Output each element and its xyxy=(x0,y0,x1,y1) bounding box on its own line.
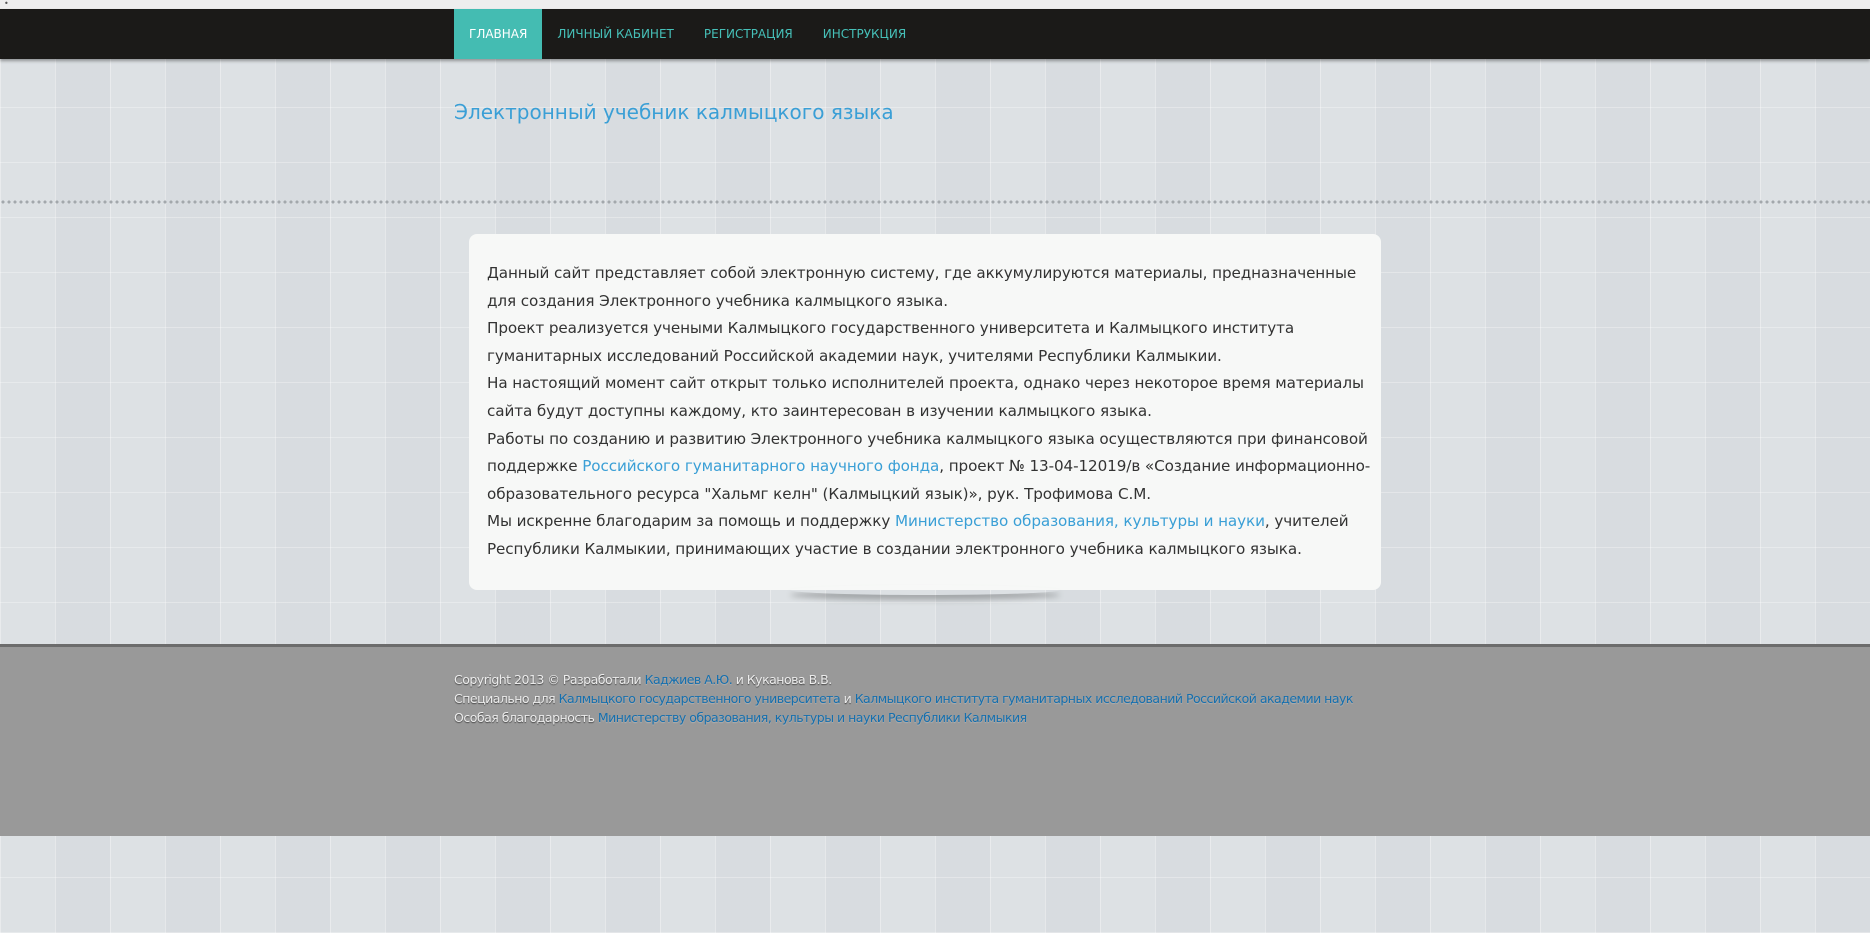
institute-link[interactable]: Калмыцкого института гуманитарных исслед… xyxy=(855,691,1354,706)
footer-text: Copyright 2013 © Разработали Каджиев А.Ю… xyxy=(454,670,1353,727)
copyright-text: Copyright 2013 © Разработали xyxy=(454,672,645,687)
thanks-text: Мы искренне благодарим за помощь и подде… xyxy=(487,512,895,531)
access-paragraph: На настоящий момент сайт открыт только и… xyxy=(487,374,1364,420)
thanks-paragraph: Мы искренне благодарим за помощь и подде… xyxy=(487,508,1381,563)
footer: Copyright 2013 © Разработали Каджиев А.Ю… xyxy=(0,644,1870,836)
nav-item-home[interactable]: ГЛАВНАЯ xyxy=(454,9,543,59)
footer-ministry-link[interactable]: Министерству образования, культуры и нау… xyxy=(598,710,1027,725)
footer-thanks: Особая благодарность Министерству образо… xyxy=(454,708,1353,727)
footer-made-for: Специально для Калмыцкого государственно… xyxy=(454,689,1353,708)
nav-item-personal-account[interactable]: ЛИЧНЫЙ КАБИНЕТ xyxy=(542,9,689,59)
nav-item-registration[interactable]: РЕГИСТРАЦИЯ xyxy=(689,9,808,59)
project-paragraph: Проект реализуется учеными Калмыцкого го… xyxy=(487,319,1295,365)
top-strip: • xyxy=(0,0,1870,9)
made-for-text: Специально для xyxy=(454,691,559,706)
site-title[interactable]: Электронный учебник калмыцкого языка xyxy=(454,100,894,124)
navbar: ГЛАВНАЯ ЛИЧНЫЙ КАБИНЕТ РЕГИСТРАЦИЯ ИНСТР… xyxy=(0,9,1870,59)
intro-paragraph: Данный сайт представляет собой электронн… xyxy=(487,264,1357,310)
card-shadow xyxy=(790,585,1060,595)
author-link[interactable]: Каджиев А.Ю. xyxy=(645,672,733,687)
ministry-link[interactable]: Министерство образования, культуры и нау… xyxy=(895,512,1265,530)
funding-paragraph: Работы по созданию и развитию Электронно… xyxy=(487,426,1381,509)
dotted-divider xyxy=(0,200,1870,204)
rgnf-link[interactable]: Российского гуманитарного научного фонда xyxy=(582,457,939,475)
main-nav: ГЛАВНАЯ ЛИЧНЫЙ КАБИНЕТ РЕГИСТРАЦИЯ ИНСТР… xyxy=(454,9,921,59)
corner-mark: • xyxy=(4,0,9,8)
content-card: Данный сайт представляет собой электронн… xyxy=(469,234,1381,590)
conjunction-text: и xyxy=(840,691,855,706)
coauthor-text: и Куканова В.В. xyxy=(732,672,833,687)
special-thanks-text: Особая благодарность xyxy=(454,710,598,725)
nav-item-instructions[interactable]: ИНСТРУКЦИЯ xyxy=(808,9,921,59)
footer-copyright: Copyright 2013 © Разработали Каджиев А.Ю… xyxy=(454,670,1353,689)
university-link[interactable]: Калмыцкого государственного университета xyxy=(559,691,841,706)
